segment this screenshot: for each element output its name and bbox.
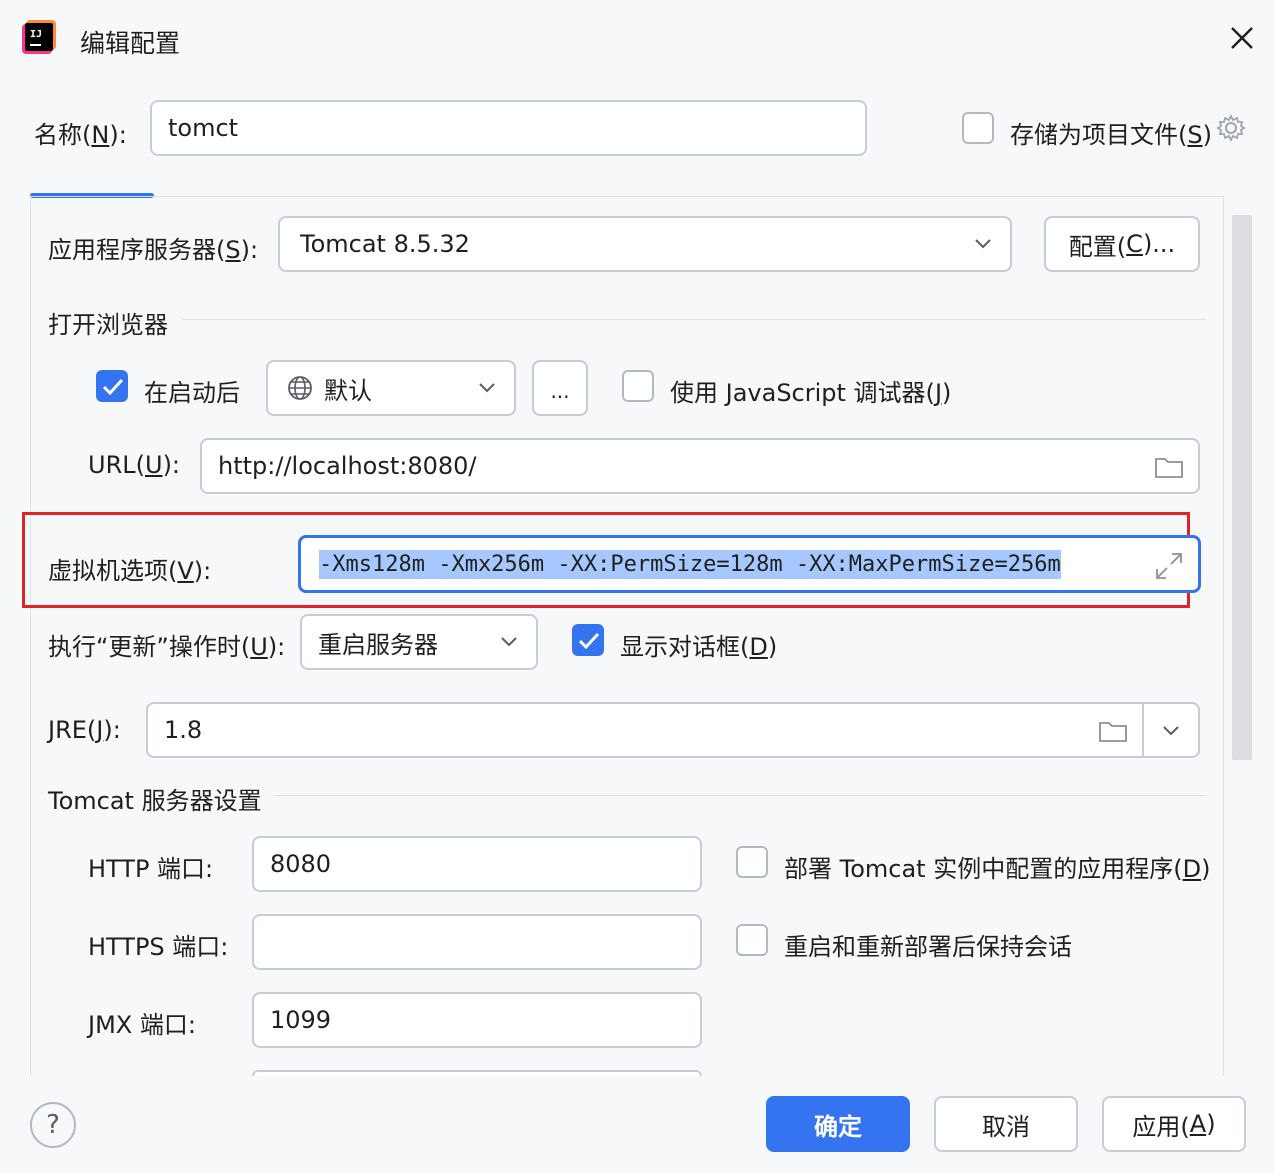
name-input[interactable]: tomct	[150, 100, 867, 156]
jre-label: JRE(J):	[48, 716, 121, 744]
vm-options-value: -Xms128m -Xmx256m -XX:PermSize=128m -XX:…	[319, 549, 1061, 579]
http-port-label: HTTP 端口:	[88, 855, 214, 883]
preserve-sessions-checkbox[interactable]	[736, 924, 768, 956]
name-label: 名称(N):	[34, 121, 127, 149]
chevron-down-icon	[479, 383, 495, 393]
apply-button[interactable]: 应用(A)	[1102, 1096, 1246, 1152]
url-label: URL(U):	[88, 451, 181, 479]
chevron-down-icon	[501, 637, 517, 647]
configure-server-button[interactable]: 配置(C)...	[1044, 216, 1200, 272]
section-divider	[274, 795, 1206, 796]
svg-text:IJ: IJ	[30, 29, 42, 40]
on-update-select[interactable]: 重启服务器	[300, 614, 538, 670]
js-debugger-label: 使用 JavaScript 调试器(J)	[670, 379, 952, 407]
https-port-label: HTTPS 端口:	[88, 933, 229, 961]
open-browser-section-title: 打开浏览器	[48, 311, 168, 339]
vm-options-input[interactable]: -Xms128m -Xmx256m -XX:PermSize=128m -XX:…	[298, 535, 1201, 593]
https-port-input[interactable]	[252, 914, 702, 970]
jre-input[interactable]: 1.8	[146, 702, 1200, 758]
checkmark-icon	[578, 632, 600, 650]
show-dialog-checkbox[interactable]	[572, 624, 604, 656]
cancel-button[interactable]: 取消	[934, 1096, 1078, 1152]
folder-icon[interactable]	[1098, 719, 1128, 743]
app-server-select[interactable]: Tomcat 8.5.32	[278, 216, 1012, 272]
browser-more-button[interactable]: ...	[532, 360, 588, 416]
tomcat-settings-section-title: Tomcat 服务器设置	[48, 787, 262, 815]
app-server-label: 应用程序服务器(S):	[48, 236, 259, 264]
ok-button[interactable]: 确定	[766, 1096, 910, 1152]
checkmark-icon	[102, 378, 124, 396]
after-launch-label: 在启动后	[144, 379, 240, 407]
url-input[interactable]: http://localhost:8080/	[200, 438, 1200, 494]
chevron-down-icon	[975, 239, 991, 249]
vm-options-label: 虚拟机选项(V):	[48, 557, 212, 585]
help-button[interactable]: ?	[30, 1102, 76, 1148]
deploy-apps-label: 部署 Tomcat 实例中配置的应用程序(D)	[784, 855, 1211, 883]
expand-icon[interactable]	[1154, 551, 1184, 581]
store-as-project-file-checkbox[interactable]	[962, 112, 994, 144]
gear-icon[interactable]	[1216, 113, 1246, 143]
jmx-port-input[interactable]: 1099	[252, 992, 702, 1048]
store-as-project-file-label: 存储为项目文件(S)	[1010, 121, 1212, 149]
chevron-down-icon[interactable]	[1162, 725, 1180, 737]
partially-hidden-input[interactable]	[252, 1070, 702, 1076]
jmx-port-label: JMX 端口:	[88, 1011, 196, 1039]
globe-icon	[288, 376, 312, 400]
after-launch-checkbox[interactable]	[96, 370, 128, 402]
close-icon[interactable]	[1228, 24, 1256, 52]
dialog-title: 编辑配置	[80, 29, 181, 58]
http-port-input[interactable]: 8080	[252, 836, 702, 892]
on-update-label: 执行“更新”操作时(U):	[48, 633, 286, 661]
intellij-app-icon: IJ	[22, 20, 56, 54]
section-divider	[182, 319, 1206, 320]
show-dialog-label: 显示对话框(D)	[620, 633, 778, 661]
preserve-sessions-label: 重启和重新部署后保持会话	[784, 933, 1072, 961]
combo-divider	[1142, 704, 1144, 756]
folder-icon[interactable]	[1154, 455, 1184, 479]
vertical-scrollbar[interactable]	[1232, 215, 1252, 760]
browser-select[interactable]: 默认	[266, 360, 516, 416]
js-debugger-checkbox[interactable]	[622, 370, 654, 402]
deploy-apps-checkbox[interactable]	[736, 846, 768, 878]
